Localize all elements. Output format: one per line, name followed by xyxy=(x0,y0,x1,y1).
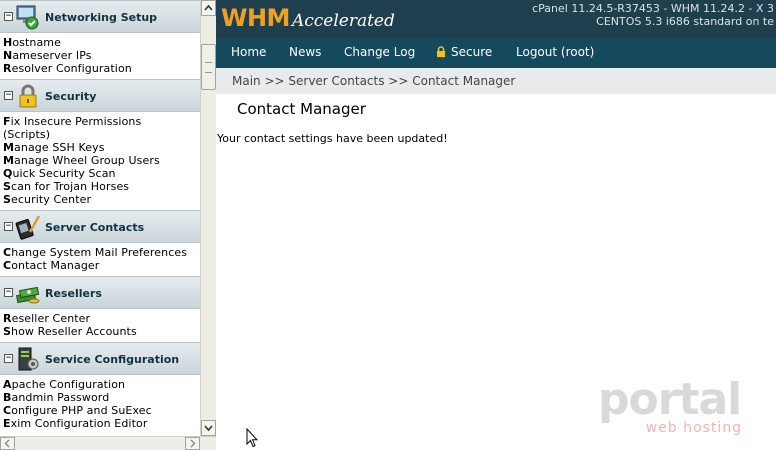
sidebar-item-contact-manager[interactable]: Contact Manager xyxy=(3,259,200,272)
section-title: Networking Setup xyxy=(45,11,158,24)
server-gear-icon xyxy=(18,347,39,371)
network-monitor-icon xyxy=(16,5,39,30)
scroll-left-button[interactable] xyxy=(0,437,15,450)
nav-secure-label: Secure xyxy=(451,45,493,59)
section-header-networking[interactable]: − Networking Setup xyxy=(0,0,200,33)
sidebar: − Networking Setup Hostname Nameserver I… xyxy=(0,0,200,436)
nav-logout[interactable]: Logout (root) xyxy=(516,45,594,59)
section-header-service-configuration[interactable]: − Service Configuration xyxy=(0,342,200,375)
breadcrumb: Main >> Server Contacts >> Contact Manag… xyxy=(216,68,776,94)
sidebar-item-fix-insecure-permissions[interactable]: Fix Insecure Permissions xyxy=(3,115,200,128)
watermark-top-text: portal xyxy=(598,374,742,425)
chevron-up-icon xyxy=(204,4,213,11)
sidebar-vertical-scrollbar[interactable] xyxy=(200,0,216,436)
scroll-right-button[interactable] xyxy=(185,437,200,450)
chevron-left-icon xyxy=(4,439,10,448)
sidebar-item-manage-wheel-group-users[interactable]: Manage Wheel Group Users xyxy=(3,154,200,167)
section-title: Security xyxy=(45,90,97,103)
logo-accelerated-text: Accelerated xyxy=(291,11,395,31)
sidebar-item-configure-php-suexec[interactable]: Configure PHP and SuExec xyxy=(3,404,200,417)
section-title: Resellers xyxy=(45,287,102,300)
nav-news[interactable]: News xyxy=(289,45,321,59)
sidebar-item-reseller-center[interactable]: Reseller Center xyxy=(3,312,200,325)
breadcrumb-text: Main >> Server Contacts >> Contact Manag… xyxy=(232,74,516,88)
top-header-bar: WHM Accelerated cPanel 11.24.5-R37453 - W… xyxy=(216,0,776,38)
whm-logo: WHM Accelerated xyxy=(221,4,395,32)
collapse-toggle-icon[interactable]: − xyxy=(4,354,13,363)
chevron-right-icon xyxy=(190,439,196,448)
money-stack-icon xyxy=(16,286,40,304)
section-title: Server Contacts xyxy=(45,221,145,234)
sidebar-item-resolver-configuration[interactable]: Resolver Configuration xyxy=(3,62,200,75)
section-list-security: Fix Insecure Permissions (Scripts) Manag… xyxy=(0,112,200,210)
section-header-resellers[interactable]: − Resellers xyxy=(0,276,200,309)
version-line-1: cPanel 11.24.5-R37453 - WHM 11.24.2 - X … xyxy=(532,2,774,15)
page-title: Contact Manager xyxy=(237,100,366,118)
sidebar-item-scan-for-trojan-horses[interactable]: Scan for Trojan Horses xyxy=(3,180,200,193)
scroll-up-button[interactable] xyxy=(201,0,216,16)
sidebar-item-bandmin-password[interactable]: Bandmin Password xyxy=(3,391,200,404)
nav-bar: Home News Change Log Secure Logout (root… xyxy=(216,38,776,68)
sidebar-item-show-reseller-accounts[interactable]: Show Reseller Accounts xyxy=(3,325,200,338)
mouse-pointer-icon xyxy=(246,428,258,448)
nav-secure[interactable]: Secure xyxy=(436,45,492,59)
sidebar-item-manage-ssh-keys[interactable]: Manage SSH Keys xyxy=(3,141,200,154)
logo-whm-text: WHM xyxy=(221,4,290,32)
section-title: Service Configuration xyxy=(45,353,180,366)
sidebar-item-nameserver-ips[interactable]: Nameserver IPs xyxy=(3,49,200,62)
sidebar-item-change-system-mail-preferences[interactable]: Change System Mail Preferences xyxy=(3,246,200,259)
sidebar-item-quick-security-scan[interactable]: Quick Security Scan xyxy=(3,167,200,180)
collapse-toggle-icon[interactable]: − xyxy=(4,288,13,297)
nav-change-log[interactable]: Change Log xyxy=(344,45,415,59)
chevron-down-icon xyxy=(204,425,213,432)
collapse-toggle-icon[interactable]: − xyxy=(4,91,13,100)
sidebar-item-apache-configuration[interactable]: Apache Configuration xyxy=(3,378,200,391)
nav-home[interactable]: Home xyxy=(231,45,266,59)
scroll-down-button[interactable] xyxy=(201,420,216,436)
portal-watermark: portal web hosting xyxy=(598,374,748,442)
section-list-resellers: Reseller Center Show Reseller Accounts xyxy=(0,309,200,342)
collapse-toggle-icon[interactable]: − xyxy=(4,222,13,231)
version-line-2: CENTOS 5.3 i686 standard on te xyxy=(596,15,774,28)
scroll-thumb[interactable] xyxy=(201,44,216,90)
sidebar-item-exim-configuration-editor[interactable]: Exim Configuration Editor xyxy=(3,417,200,430)
sidebar-horizontal-scrollbar[interactable] xyxy=(0,436,216,450)
padlock-icon xyxy=(19,84,37,108)
version-info: cPanel 11.24.5-R37453 - WHM 11.24.2 - X … xyxy=(532,2,774,28)
section-list-service-configuration: Apache Configuration Bandmin Password Co… xyxy=(0,375,200,434)
collapse-toggle-icon[interactable]: − xyxy=(4,12,13,21)
section-list-server-contacts: Change System Mail Preferences Contact M… xyxy=(0,243,200,276)
section-header-security[interactable]: − Security xyxy=(0,79,200,112)
status-message: Your contact settings have been updated! xyxy=(217,132,448,145)
watermark-bottom-text: web hosting xyxy=(645,420,742,436)
section-header-server-contacts[interactable]: − Server Contacts xyxy=(0,210,200,243)
sidebar-item-hostname[interactable]: Hostname xyxy=(3,36,200,49)
section-list-networking: Hostname Nameserver IPs Resolver Configu… xyxy=(0,33,200,79)
pda-pen-icon xyxy=(15,215,41,240)
lock-icon xyxy=(437,46,445,57)
sidebar-item-fix-insecure-permissions-cont[interactable]: (Scripts) xyxy=(3,128,200,141)
sidebar-item-security-center[interactable]: Security Center xyxy=(3,193,200,206)
